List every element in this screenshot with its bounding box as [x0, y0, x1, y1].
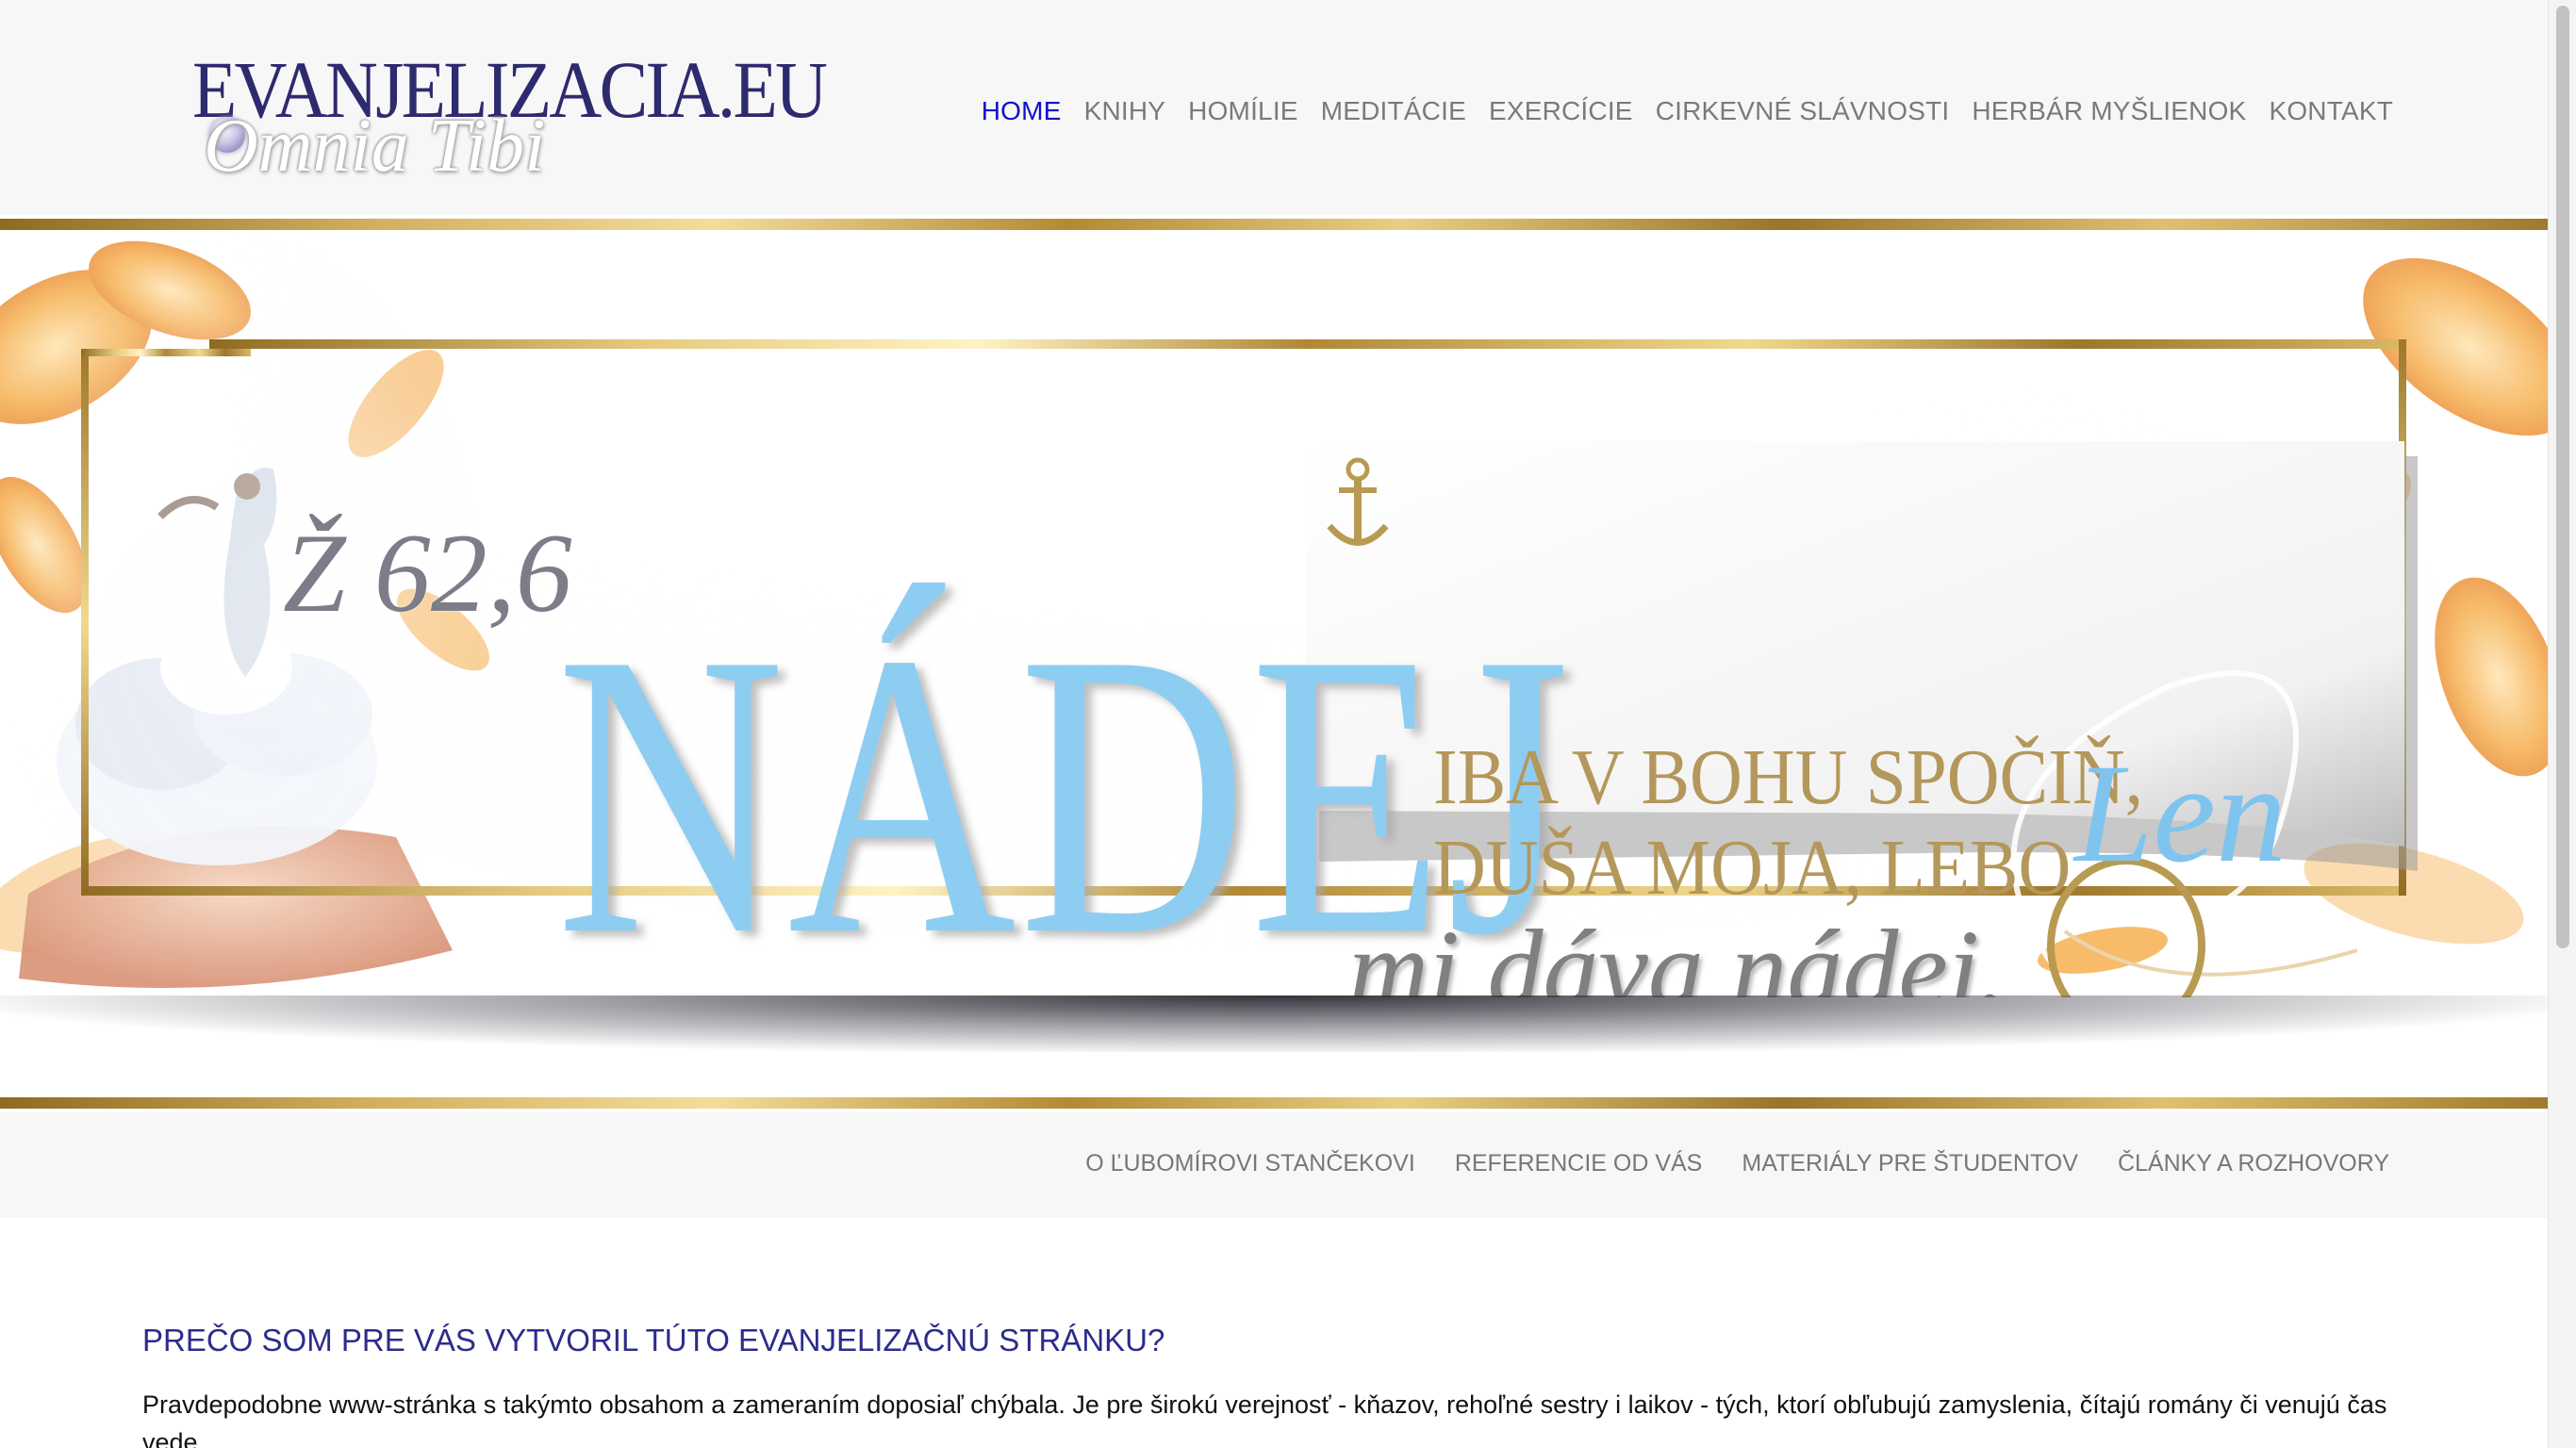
site-header: EVANJELIZACIA.EU Omnia Tibi HOME KNIHY H… — [0, 0, 2548, 215]
page: EVANJELIZACIA.EU Omnia Tibi HOME KNIHY H… — [0, 0, 2548, 1448]
nav-item-exercicie[interactable]: EXERCÍCIE — [1489, 92, 1633, 130]
secondary-nav-bar: O ĽUBOMÍROVI STANČEKOVI REFERENCIE OD VÁ… — [0, 1112, 2548, 1218]
nav-item-home[interactable]: HOME — [982, 92, 1062, 130]
gold-divider-bottom — [0, 1097, 2548, 1109]
site-logo[interactable]: EVANJELIZACIA.EU Omnia Tibi — [192, 49, 828, 188]
main-nav: HOME KNIHY HOMÍLIE MEDITÁCIE EXERCÍCIE C… — [982, 92, 2393, 130]
banner-len-script: Len — [2074, 735, 2287, 892]
subnav-item-o-lubomirovi[interactable]: O ĽUBOMÍROVI STANČEKOVI — [1085, 1146, 1415, 1180]
nav-item-kontakt[interactable]: KONTAKT — [2269, 92, 2393, 130]
banner-verse-line-1: IBA V BOHU SPOČIŇ, — [1433, 733, 2143, 821]
subnav-item-referencie[interactable]: REFERENCIE OD VÁS — [1455, 1146, 1703, 1180]
nav-item-homilie[interactable]: HOMÍLIE — [1188, 92, 1298, 130]
main-content: PREČO SOM PRE VÁS VYTVORIL TÚTO EVANJELI… — [142, 1320, 2396, 1448]
vertical-scrollbar[interactable] — [2548, 0, 2576, 1448]
logo-tagline: Omnia Tibi — [204, 105, 546, 188]
intro-paragraph: Pravdepodobne www-stránka s takýmto obsa… — [142, 1390, 2387, 1448]
nav-item-cirkevne-slavnosti[interactable]: CIRKEVNÉ SLÁVNOSTI — [1656, 92, 1950, 130]
scrollbar-thumb[interactable] — [2556, 6, 2569, 948]
banner-shadow — [0, 996, 2548, 1052]
gold-divider-top — [0, 219, 2548, 230]
nav-item-meditacie[interactable]: MEDITÁCIE — [1321, 92, 1466, 130]
subnav-item-clanky[interactable]: ČLÁNKY A ROZHOVORY — [2118, 1146, 2389, 1180]
secondary-nav: O ĽUBOMÍROVI STANČEKOVI REFERENCIE OD VÁ… — [1085, 1146, 2389, 1180]
nav-item-knihy[interactable]: KNIHY — [1084, 92, 1166, 130]
banner-verse-line-3: mi dáva nádej. — [1348, 907, 2007, 998]
banner-verse-line-2: DUŠA MOJA, LEBO — [1433, 824, 2072, 912]
subnav-item-materialy[interactable]: MATERIÁLY PRE ŠTUDENTOV — [1742, 1146, 2078, 1180]
hero-banner: Ž 62,6 NÁDEJ IBA V BOHU SPOČIŇ, DUŠA MOJ… — [0, 234, 2548, 997]
page-heading: PREČO SOM PRE VÁS VYTVORIL TÚTO EVANJELI… — [142, 1323, 1165, 1358]
scripture-reference: Ž 62,6 — [283, 510, 572, 635]
nav-item-herbar-myslienok[interactable]: HERBÁR MYŠLIENOK — [1972, 92, 2246, 130]
